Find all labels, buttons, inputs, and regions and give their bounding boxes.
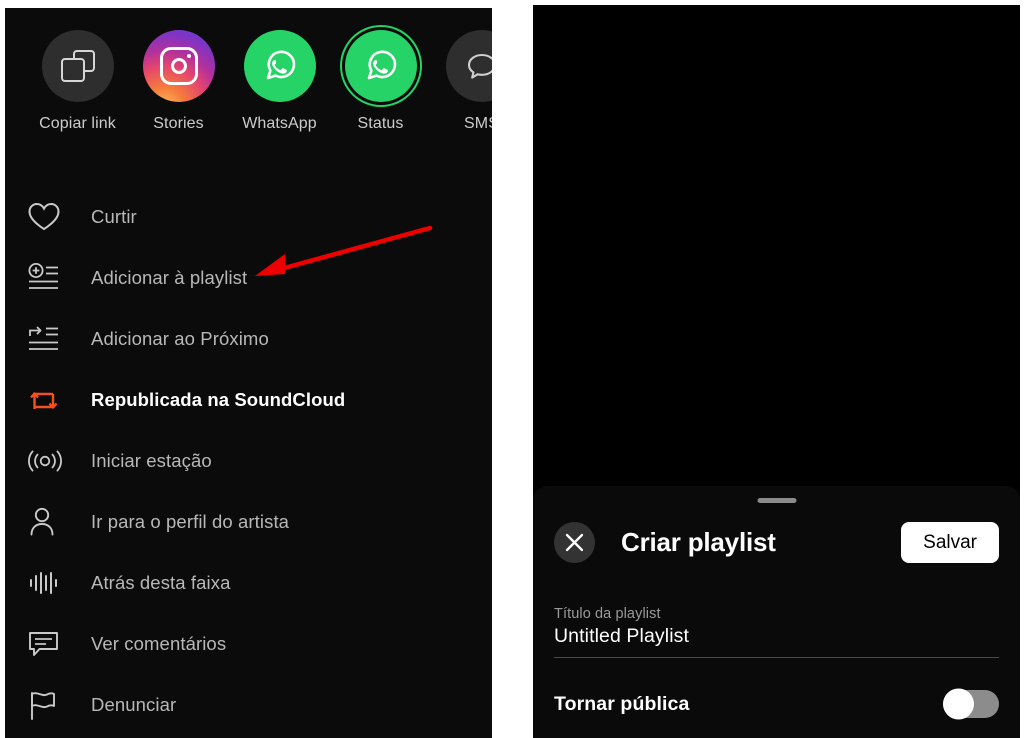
share-target-label: WhatsApp	[242, 115, 317, 132]
screenshot-root: Copiar link Stories WhatsApp Status SM C…	[0, 0, 1024, 738]
repost-icon	[27, 382, 71, 418]
make-public-row: Tornar pública	[554, 684, 999, 724]
menu-item-denunciar[interactable]: Denunciar	[5, 674, 492, 735]
menu-item-republicada-na-soundcloud[interactable]: Republicada na SoundCloud	[5, 369, 492, 430]
menu-item-label: Iniciar estação	[91, 449, 212, 471]
whatsapp-icon	[243, 30, 316, 102]
menu-item-curtir[interactable]: Curtir	[5, 186, 492, 247]
menu-item-label: Republicada na SoundCloud	[91, 388, 346, 410]
add-to-next-up-icon	[27, 321, 71, 357]
share-target-label: Status	[357, 115, 404, 132]
share-target-label: SMS	[464, 115, 492, 132]
copy-link-icon	[41, 30, 114, 102]
toggle-knob	[943, 688, 974, 720]
menu-item-iniciar-estacao[interactable]: Iniciar estação	[5, 430, 492, 491]
share-target-sms[interactable]: SMS	[431, 30, 492, 133]
copy-link-glyph	[60, 49, 95, 83]
menu-item-atras-desta-faixa[interactable]: Atrás desta faixa	[5, 552, 492, 613]
heart-icon	[27, 199, 71, 235]
share-target-copiar-link[interactable]: Copiar link	[27, 30, 128, 133]
menu-item-label: Atrás desta faixa	[91, 571, 231, 593]
instagram-glyph	[159, 47, 198, 85]
left-phone-screen: Copiar link Stories WhatsApp Status SM C…	[5, 8, 492, 738]
waveform-icon	[27, 565, 71, 601]
menu-item-adicionar-a-playlist[interactable]: Adicionar à playlist	[5, 247, 492, 308]
track-action-menu: Curtir Adicionar à playlist Adicionar ao…	[5, 186, 492, 735]
close-glyph	[565, 533, 584, 551]
share-target-label: Stories	[153, 115, 204, 132]
whatsapp-status-icon	[344, 30, 417, 102]
page-title: Criar playlist	[621, 526, 776, 557]
sms-glyph	[467, 53, 492, 79]
add-to-playlist-icon	[27, 260, 71, 296]
station-icon	[27, 443, 71, 479]
whatsapp-status-glyph	[367, 50, 396, 80]
whatsapp-glyph	[266, 50, 295, 80]
playlist-title-field[interactable]: Título da playlist Untitled Playlist	[554, 606, 999, 658]
menu-item-label: Denunciar	[91, 693, 177, 715]
playlist-title-input[interactable]: Untitled Playlist	[554, 625, 999, 648]
sheet-grabber-handle[interactable]	[757, 498, 796, 503]
playlist-title-label: Título da playlist	[554, 606, 661, 622]
menu-item-label: Curtir	[91, 205, 137, 227]
share-target-status[interactable]: Status	[330, 30, 431, 133]
field-underline	[554, 657, 999, 658]
make-public-toggle[interactable]	[943, 688, 999, 720]
menu-item-ver-comentarios[interactable]: Ver comentários	[5, 613, 492, 674]
right-phone-screen: Criar playlist Salvar Título da playlist…	[533, 5, 1020, 738]
flag-icon	[27, 687, 71, 723]
create-playlist-sheet: Criar playlist Salvar Título da playlist…	[533, 486, 1020, 738]
share-targets-row: Copiar link Stories WhatsApp Status SM	[5, 30, 492, 160]
sheet-header: Criar playlist Salvar	[533, 515, 1020, 569]
menu-item-adicionar-ao-proximo[interactable]: Adicionar ao Próximo	[5, 308, 492, 369]
make-public-label: Tornar pública	[554, 692, 690, 715]
comment-icon	[27, 626, 71, 662]
menu-item-label: Ver comentários	[91, 632, 227, 654]
menu-item-label: Adicionar ao Próximo	[91, 327, 269, 349]
instagram-icon	[142, 30, 215, 102]
save-button[interactable]: Salvar	[901, 521, 999, 563]
menu-item-ir-para-o-perfil-do-artista[interactable]: Ir para o perfil do artista	[5, 491, 492, 552]
menu-item-label: Ir para o perfil do artista	[91, 510, 290, 532]
share-target-stories[interactable]: Stories	[128, 30, 229, 133]
user-profile-icon	[27, 504, 71, 540]
close-icon[interactable]	[554, 521, 595, 563]
share-target-label: Copiar link	[39, 115, 116, 132]
sms-icon	[445, 30, 492, 102]
menu-item-label: Adicionar à playlist	[91, 266, 248, 288]
share-target-whatsapp[interactable]: WhatsApp	[229, 30, 330, 133]
